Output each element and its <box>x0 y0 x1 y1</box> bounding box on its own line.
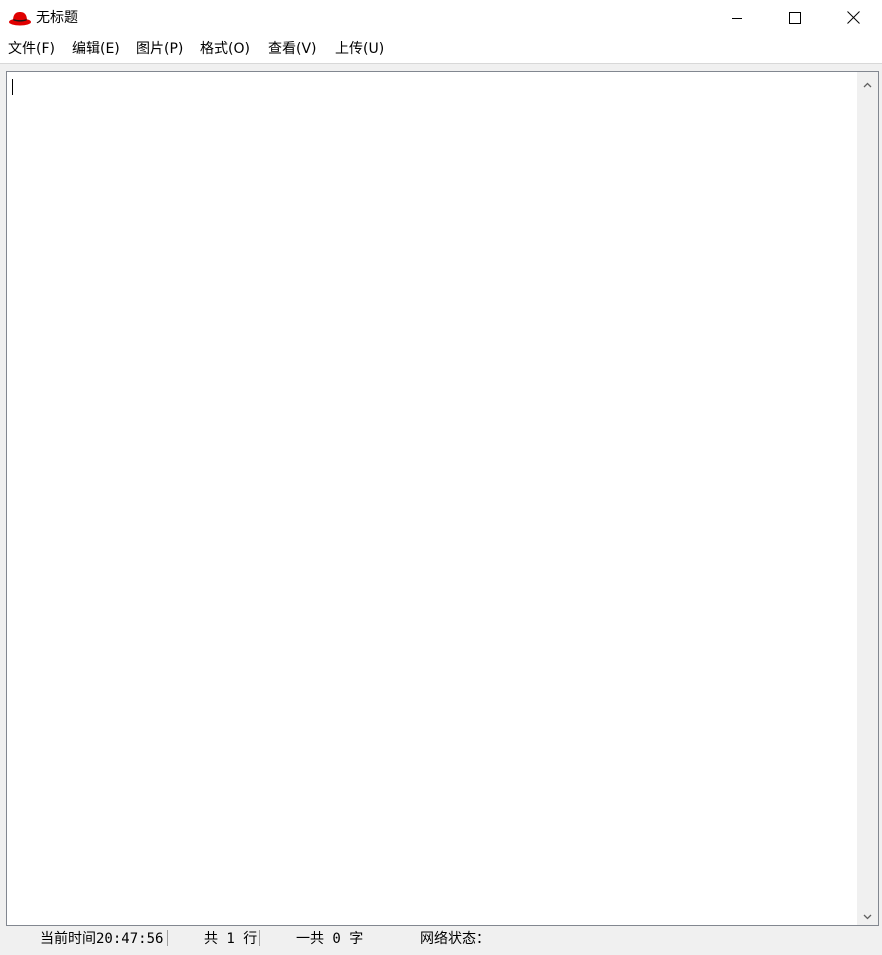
chevron-up-icon <box>863 73 872 92</box>
minimize-icon <box>731 9 743 28</box>
menu-file[interactable]: 文件(F) <box>8 40 55 59</box>
menu-upload[interactable]: 上传(U) <box>335 40 384 59</box>
chevron-down-icon <box>863 905 872 924</box>
close-button[interactable] <box>824 0 882 36</box>
red-hat-icon <box>8 8 32 28</box>
menu-picture[interactable]: 图片(P) <box>136 40 183 59</box>
maximize-icon <box>789 9 801 28</box>
vertical-scrollbar[interactable] <box>857 72 878 925</box>
text-caret <box>12 79 13 95</box>
menu-edit[interactable]: 编辑(E) <box>72 40 120 59</box>
status-separator <box>167 930 168 946</box>
minimize-button[interactable] <box>708 0 766 36</box>
notepad-window: 无标题 文件(F) 编辑(E) 图片(P) 格式(O) 查看(V) 上传(U) <box>0 0 882 955</box>
scroll-up-button[interactable] <box>857 72 878 93</box>
scroll-down-button[interactable] <box>857 904 878 925</box>
window-title: 无标题 <box>36 10 78 26</box>
status-time: 当前时间20:47:56 <box>40 931 164 947</box>
maximize-button[interactable] <box>766 0 824 36</box>
menu-bar: 文件(F) 编辑(E) 图片(P) 格式(O) 查看(V) 上传(U) <box>0 36 882 64</box>
menu-view[interactable]: 查看(V) <box>268 40 317 59</box>
status-line-count: 共 1 行 <box>204 931 258 947</box>
title-bar[interactable]: 无标题 <box>0 0 882 36</box>
status-separator <box>259 930 260 946</box>
menu-format[interactable]: 格式(O) <box>200 40 250 59</box>
text-editor[interactable] <box>6 71 879 926</box>
close-icon <box>846 9 860 28</box>
status-network: 网络状态： <box>420 931 490 947</box>
status-char-count: 一共 0 字 <box>296 931 364 947</box>
status-bar: 当前时间20:47:56 共 1 行 一共 0 字 网络状态： <box>0 927 882 955</box>
